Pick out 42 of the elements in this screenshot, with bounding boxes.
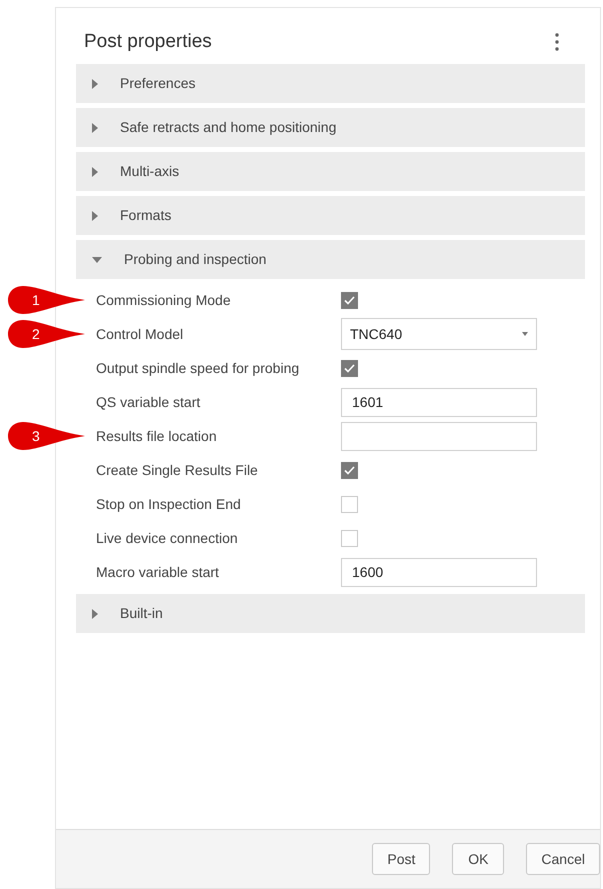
property-label: Output spindle speed for probing [96, 358, 300, 378]
caret-icon [522, 332, 528, 336]
panel-title: Post properties [84, 30, 212, 54]
checkmark-icon [344, 364, 355, 372]
property-label: Stop on Inspection End [96, 494, 242, 514]
dialog-button[interactable]: Post [372, 843, 430, 875]
property-label: QS variable start [96, 392, 202, 412]
property-label: Results file location [96, 426, 218, 446]
section-header[interactable]: Preferences [76, 64, 585, 103]
more-icon[interactable] [555, 33, 559, 51]
checkbox[interactable] [341, 292, 358, 308]
section-header[interactable]: Safe retracts and home positioning [76, 108, 585, 147]
input-field[interactable]: 1601 [341, 388, 537, 416]
callout-marker: 3 [8, 421, 86, 451]
caret-right-icon [92, 78, 98, 88]
dropdown[interactable]: TNC640 [341, 318, 537, 350]
dialog-button[interactable]: OK [452, 843, 504, 875]
checkmark-icon [344, 466, 355, 474]
checkmark-icon [344, 296, 355, 304]
checkbox[interactable] [341, 462, 358, 478]
caret-right-icon [92, 608, 98, 618]
section-header[interactable]: Formats [76, 196, 585, 235]
caret-right-icon [92, 166, 98, 176]
property-label: Create Single Results File [96, 460, 259, 480]
input-field[interactable]: 1600 [341, 558, 537, 586]
property-label: Commissioning Mode [96, 290, 232, 310]
callout-marker: 1 [8, 285, 86, 315]
property-label: Macro variable start [96, 562, 220, 582]
caret-down-icon [92, 256, 102, 262]
section-header[interactable]: Built-in [76, 594, 585, 633]
section-header[interactable]: Multi-axis [76, 152, 585, 191]
input-field[interactable] [341, 422, 537, 450]
property-label: Control Model [96, 324, 184, 344]
section-header[interactable]: Probing and inspection [76, 240, 585, 279]
dialog-button[interactable]: Cancel [526, 843, 600, 875]
property-label: Live device connection [96, 528, 239, 548]
checkbox[interactable] [341, 496, 358, 512]
checkbox[interactable] [341, 360, 358, 376]
caret-right-icon [92, 122, 98, 132]
caret-right-icon [92, 210, 98, 220]
checkbox[interactable] [341, 530, 358, 546]
callout-marker: 2 [8, 319, 86, 349]
